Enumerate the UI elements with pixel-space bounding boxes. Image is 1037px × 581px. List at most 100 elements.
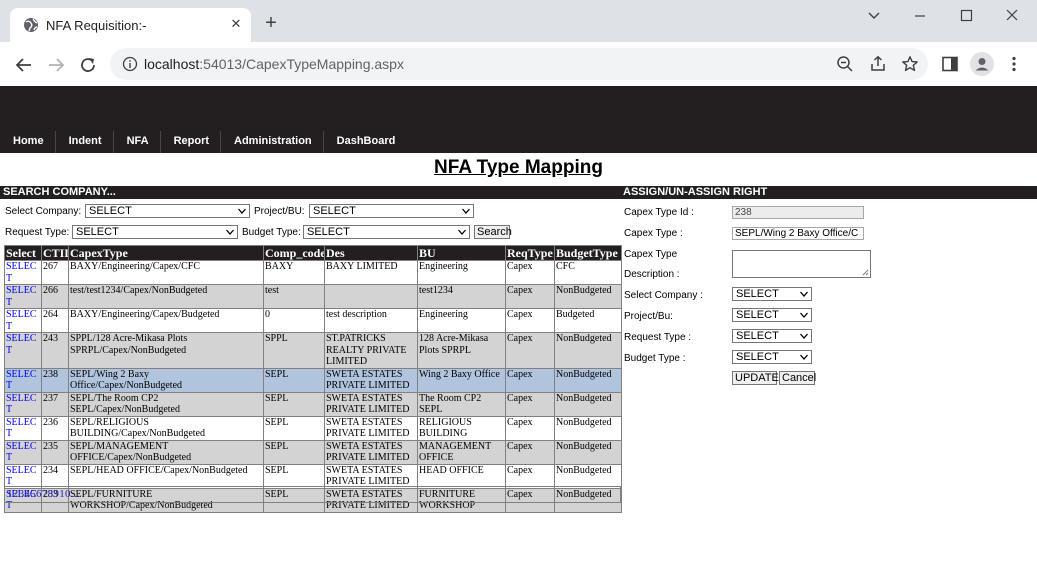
bookmark-star-icon[interactable] [901, 55, 919, 73]
tab-title: NFA Requisition:- [46, 18, 147, 33]
row-select-link[interactable]: SELECT [4, 308, 42, 333]
menu-administration[interactable]: Administration [221, 131, 324, 153]
assign-company-select-value: SELECT [736, 288, 779, 300]
col-header-comp-code: Comp_code [263, 245, 325, 261]
cell-des: SWETA ESTATES PRIVATE LIMITED [324, 391, 418, 417]
menu-report[interactable]: Report [161, 131, 222, 153]
table-row: SELECT 234 SEPL/HEAD OFFICE/Capex/NonBud… [4, 463, 622, 489]
cell-des [324, 284, 418, 309]
budget-type-select-value: SELECT [307, 226, 350, 238]
chevron-down-icon [800, 333, 808, 339]
menu-nfa[interactable]: NFA [114, 131, 161, 153]
cancel-button[interactable]: Cancel [779, 371, 816, 385]
cell-capextype: SEPL/HEAD OFFICE/Capex/NonBudgeted [68, 463, 264, 489]
assign-project-select[interactable]: SELECT [732, 308, 812, 322]
capex-type-id-label: Capex Type Id : [624, 207, 694, 218]
project-label: Project/BU: [254, 206, 305, 217]
cell-comp-code: SEPL [263, 415, 325, 441]
chevron-down-icon [800, 312, 808, 318]
assign-request-type-label: Request Type : [624, 332, 692, 343]
project-select[interactable]: SELECT [309, 204, 474, 218]
table-row: SELECT 266 test/test1234/Capex/NonBudget… [4, 284, 622, 309]
cell-reqtype: Capex [505, 391, 555, 417]
reload-icon[interactable] [78, 55, 98, 75]
cell-comp-code: 0 [263, 308, 325, 333]
minimize-icon[interactable] [900, 6, 940, 26]
close-tab-icon[interactable]: ✕ [228, 16, 244, 32]
cell-des: SWETA ESTATES PRIVATE LIMITED [324, 439, 418, 465]
assign-request-type-select[interactable]: SELECT [732, 329, 812, 343]
col-header-bu: BU [417, 245, 506, 261]
assign-company-label: Select Company : [624, 290, 703, 301]
budget-type-select[interactable]: SELECT [303, 225, 470, 239]
table-row: SELECT 236 SEPL/RELIGIOUS BUILDING/Capex… [4, 415, 622, 441]
cell-ctid: 243 [41, 332, 69, 369]
chevron-down-icon [226, 229, 234, 235]
side-panel-icon[interactable] [941, 55, 959, 73]
cell-ctid: 235 [41, 439, 69, 465]
maximize-icon[interactable] [946, 6, 986, 26]
forward-arrow-icon[interactable] [46, 55, 66, 75]
resize-handle-icon[interactable] [862, 269, 869, 276]
grid-header-row: Select CTID CapexType Comp_code Des BU R… [4, 245, 622, 261]
chevron-down-icon [462, 208, 470, 214]
capex-type-field[interactable]: SEPL/Wing 2 Baxy Office/C [732, 227, 864, 240]
cell-ctid: 234 [41, 463, 69, 489]
row-select-link[interactable]: SELECT [4, 284, 42, 309]
cell-reqtype: Capex [505, 415, 555, 441]
cell-comp-code: SEPL [263, 391, 325, 417]
col-header-capextype: CapexType [68, 245, 264, 261]
menu-indent[interactable]: Indent [56, 131, 114, 153]
table-row: SELECT 235 SEPL/MANAGEMENT OFFICE/Capex/… [4, 439, 622, 465]
description-textarea[interactable] [732, 250, 871, 278]
request-type-label: Request Type: [5, 227, 70, 238]
assign-company-select[interactable]: SELECT [732, 287, 812, 301]
chevron-down-icon [800, 354, 808, 360]
update-button[interactable]: UPDATE [732, 371, 779, 385]
cell-bu: 128 Acre-Mikasa Plots SPRPL [417, 332, 506, 369]
zoom-icon[interactable] [836, 55, 854, 73]
row-select-link[interactable]: SELECT [4, 415, 42, 441]
cell-bu: Engineering [417, 308, 506, 333]
chevron-down-icon[interactable] [854, 6, 894, 26]
row-select-link[interactable]: SELECT [4, 260, 42, 285]
row-select-link[interactable]: SELECT [4, 463, 42, 489]
address-bar[interactable]: localhost:54013/CapexTypeMapping.aspx [110, 48, 928, 80]
assign-budget-type-select[interactable]: SELECT [732, 350, 812, 364]
cell-comp-code: BAXY [263, 260, 325, 285]
browser-tab[interactable]: NFA Requisition:- ✕ [10, 8, 251, 42]
row-select-link[interactable]: SELECT [4, 367, 42, 393]
cell-des: test description [324, 308, 418, 333]
search-button[interactable]: Search [474, 225, 512, 239]
share-icon[interactable] [869, 55, 887, 73]
cell-budgettype: NonBudgeted [554, 332, 622, 369]
description-label-line1: Capex Type [624, 249, 678, 260]
url-text: localhost:54013/CapexTypeMapping.aspx [144, 56, 404, 72]
menu-home[interactable]: Home [0, 131, 56, 153]
cell-des: ST.PATRICKS REALTY PRIVATE LIMITED [324, 332, 418, 369]
cell-reqtype: Capex [505, 439, 555, 465]
close-window-icon[interactable] [992, 6, 1032, 26]
cell-comp-code: SEPL [263, 439, 325, 465]
col-header-reqtype: ReqType [505, 245, 555, 261]
col-header-budgettype: BudgetType [554, 245, 622, 261]
cell-des: SWETA ESTATES PRIVATE LIMITED [324, 463, 418, 489]
more-menu-icon[interactable] [1006, 55, 1022, 73]
info-icon[interactable] [122, 56, 138, 72]
cell-reqtype: Capex [505, 284, 555, 309]
back-arrow-icon[interactable] [14, 55, 34, 75]
row-select-link[interactable]: SELECT [4, 332, 42, 369]
cell-reqtype: Capex [505, 367, 555, 393]
grid-pager[interactable]: 12345678910... [4, 486, 621, 503]
new-tab-icon[interactable]: + [262, 13, 280, 33]
request-type-select[interactable]: SELECT [72, 225, 238, 239]
row-select-link[interactable]: SELECT [4, 439, 42, 465]
cell-capextype: BAXY/Engineering/Capex/CFC [68, 260, 264, 285]
row-select-link[interactable]: SELECT [4, 391, 42, 417]
menu-dashboard[interactable]: DashBoard [324, 131, 407, 153]
company-select[interactable]: SELECT [85, 204, 250, 218]
capex-type-id-field[interactable]: 238 [732, 206, 864, 219]
profile-avatar-icon[interactable] [970, 52, 994, 76]
col-header-select: Select [4, 245, 42, 261]
capex-type-grid: Select CTID CapexType Comp_code Des BU R… [4, 245, 622, 513]
